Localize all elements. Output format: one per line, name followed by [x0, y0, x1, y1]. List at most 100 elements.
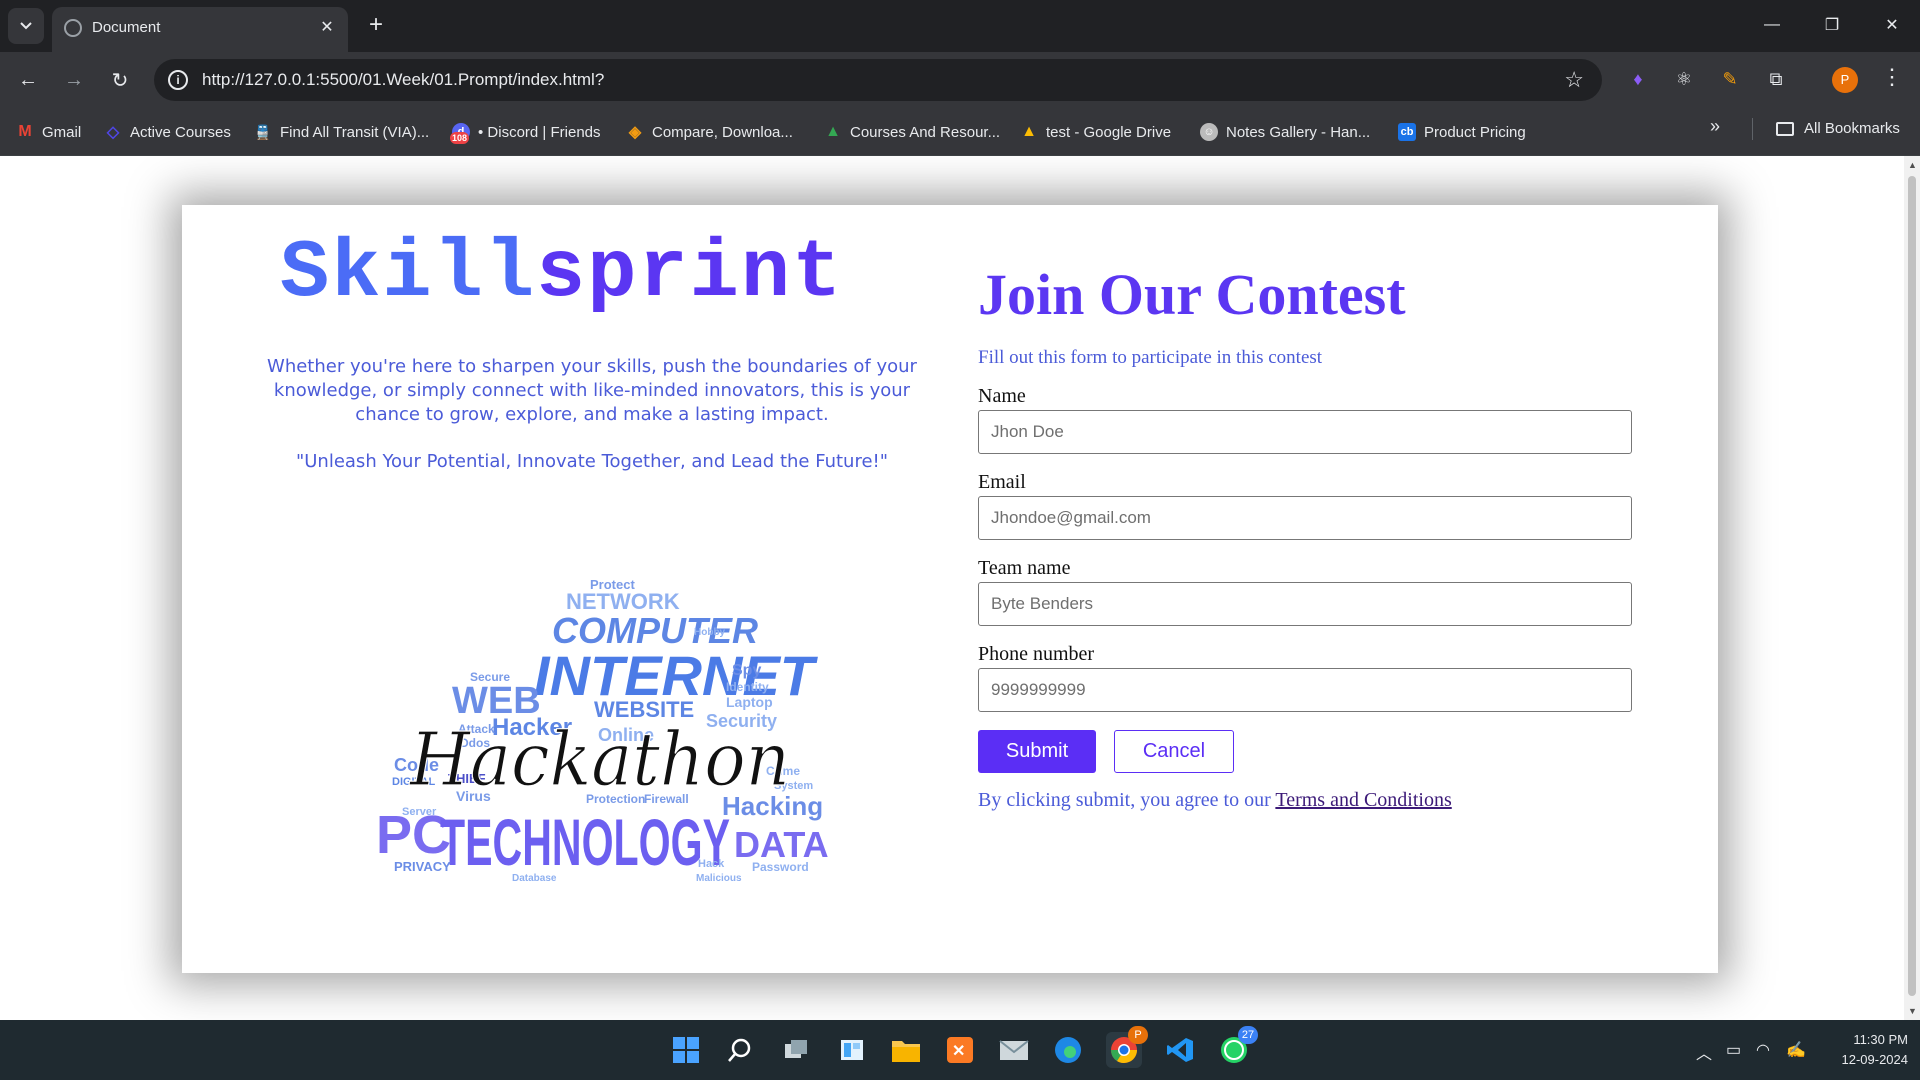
tab-document[interactable]: Document ✕	[52, 7, 348, 52]
windows-start-icon[interactable]	[668, 1032, 704, 1068]
brand-logo: Skillsprint	[280, 227, 930, 320]
avatar-icon: ☺	[1200, 123, 1218, 141]
minimize-button[interactable]: —	[1752, 10, 1792, 40]
tab-title: Document	[92, 19, 161, 36]
bookmark-compare[interactable]: ◈ Compare, Downloa...	[626, 120, 793, 144]
bookmark-transit[interactable]: 🚆 Find All Transit (VIA)...	[254, 120, 429, 144]
page-viewport: Skillsprint Whether you're here to sharp…	[0, 156, 1920, 1020]
bookmark-star-icon[interactable]: ☆	[1564, 67, 1584, 93]
task-view-icon[interactable]	[778, 1032, 814, 1068]
address-bar[interactable]: i http://127.0.0.1:5500/01.Week/01.Promp…	[154, 59, 1602, 101]
wc-word: Spy	[732, 662, 761, 679]
bookmark-notes-gallery[interactable]: ☺ Notes Gallery - Han...	[1200, 120, 1370, 144]
file-explorer-icon[interactable]	[888, 1032, 924, 1068]
globe-icon	[64, 19, 82, 37]
clock-date: 12-09-2024	[1841, 1052, 1909, 1067]
wc-script: Hackathon	[408, 717, 790, 803]
email-input[interactable]	[978, 496, 1632, 540]
team-name-label: Team name	[978, 557, 1071, 579]
wc-word: Identity	[726, 680, 769, 694]
extensions-puzzle-icon[interactable]: ⧉	[1763, 66, 1789, 92]
email-label: Email	[978, 471, 1026, 493]
name-label: Name	[978, 385, 1026, 407]
xampp-icon[interactable]: ✕	[942, 1032, 978, 1068]
close-window-button[interactable]: ✕	[1872, 10, 1912, 40]
close-tab-icon[interactable]: ✕	[316, 16, 338, 38]
contest-card: Skillsprint Whether you're here to sharp…	[182, 205, 1718, 973]
scroll-up-icon[interactable]: ▲	[1908, 160, 1917, 170]
tray-chevron-up-icon[interactable]: ︿	[1696, 1040, 1712, 1064]
bookmark-courses-drive[interactable]: ▲ Courses And Resour...	[824, 120, 1000, 144]
extension-flame-icon[interactable]: ♦	[1625, 66, 1651, 92]
restore-button[interactable]: ❐	[1812, 10, 1852, 40]
form-title: Join Our Contest	[978, 262, 1406, 327]
all-bookmarks[interactable]: All Bookmarks	[1776, 120, 1900, 137]
google-drive-icon: ▲	[825, 123, 841, 140]
forward-button[interactable]: →	[58, 64, 90, 96]
form-subtitle: Fill out this form to participate in thi…	[978, 347, 1323, 368]
bookmark-active-courses[interactable]: ◇ Active Courses	[104, 120, 231, 144]
tagline-quote: "Unleash Your Potential, Innovate Togeth…	[295, 451, 889, 472]
cancel-button[interactable]: Cancel	[1114, 730, 1234, 773]
widgets-icon[interactable]	[834, 1032, 870, 1068]
wc-word: Malicious	[696, 873, 742, 884]
diamond-icon: ◈	[628, 124, 642, 141]
terms-prefix: By clicking submit, you agree to our	[978, 789, 1276, 811]
folder-icon	[1776, 121, 1794, 136]
tab-search-button[interactable]	[8, 8, 44, 44]
bookmark-test-drive[interactable]: ▲ test - Google Drive	[1020, 120, 1171, 144]
submit-button[interactable]: Submit	[978, 730, 1096, 773]
wc-word: PRIVACY	[394, 859, 451, 874]
bookmark-product-pricing[interactable]: cb Product Pricing	[1398, 120, 1526, 144]
chrome-icon[interactable]: P	[1106, 1026, 1148, 1068]
extension-pen-icon[interactable]: ✎	[1717, 66, 1743, 92]
reload-button[interactable]: ↻	[104, 64, 136, 96]
profile-avatar[interactable]: P	[1832, 67, 1858, 93]
scroll-thumb[interactable]	[1908, 176, 1916, 996]
whatsapp-badge: 27	[1238, 1026, 1258, 1044]
extension-react-icon[interactable]: ⚛	[1671, 66, 1697, 92]
pen-icon[interactable]: ✍	[1786, 1040, 1806, 1060]
bookmark-gmail[interactable]: M Gmail	[16, 120, 81, 144]
tab-strip: Document ✕ + — ❐ ✕	[0, 0, 1920, 52]
clock-time: 11:30 PM	[1853, 1032, 1908, 1047]
wc-word: Hobby	[694, 627, 726, 638]
phone-input[interactable]	[978, 668, 1632, 712]
search-icon[interactable]	[722, 1032, 758, 1068]
transit-icon: 🚆	[254, 123, 272, 140]
whatsapp-icon[interactable]: 27	[1216, 1026, 1258, 1068]
wc-word: DATA	[734, 824, 829, 865]
wc-word: Laptop	[726, 694, 773, 710]
bookmark-discord[interactable]: d108• Discord | Friends	[450, 120, 601, 144]
phone-label: Phone number	[978, 643, 1095, 665]
vscode-icon[interactable]	[1162, 1032, 1198, 1068]
page-scrollbar[interactable]: ▲ ▼	[1904, 156, 1920, 1020]
scroll-down-icon[interactable]: ▼	[1908, 1006, 1917, 1016]
new-tab-button[interactable]: +	[362, 12, 390, 40]
wc-word: Database	[512, 873, 557, 884]
name-input[interactable]	[978, 410, 1632, 454]
edge-icon[interactable]	[1050, 1032, 1086, 1068]
url-text[interactable]: http://127.0.0.1:5500/01.Week/01.Prompt/…	[202, 70, 604, 90]
site-info-icon[interactable]: i	[168, 70, 188, 90]
chrome-profile-badge: P	[1128, 1026, 1148, 1044]
svg-text:✕: ✕	[952, 1043, 965, 1060]
intro-text: Whether you're here to sharpen your skil…	[267, 356, 917, 425]
browser-chrome: Document ✕ + — ❐ ✕ ← → ↻ i http://127.0.…	[0, 0, 1920, 156]
google-drive-icon: ▲	[1021, 123, 1037, 140]
battery-icon[interactable]: ▭	[1726, 1040, 1741, 1060]
back-button[interactable]: ←	[12, 64, 44, 96]
hackathon-wordcloud-image: Protect NETWORK COMPUTER Hobby INTERNET …	[376, 577, 829, 884]
bookmarks-divider	[1752, 118, 1753, 140]
bookmarks-overflow-icon[interactable]: »	[1710, 116, 1720, 137]
gmail-icon: M	[18, 123, 32, 140]
terms-link[interactable]: Terms and Conditions	[1275, 789, 1451, 811]
wifi-icon[interactable]: ◠	[1756, 1040, 1770, 1060]
wc-word: Password	[752, 860, 809, 874]
mail-icon[interactable]	[996, 1032, 1032, 1068]
code-icon: ◇	[106, 124, 120, 141]
menu-icon[interactable]: ⋮	[1880, 64, 1904, 94]
system-clock[interactable]: 11:30 PM 12-09-2024	[1828, 1030, 1909, 1070]
windows-taskbar: ✕ P 27 ︿ ▭ ◠ ✍ 11:30 PM 12-09-2024	[0, 1020, 1920, 1080]
team-name-input[interactable]	[978, 582, 1632, 626]
